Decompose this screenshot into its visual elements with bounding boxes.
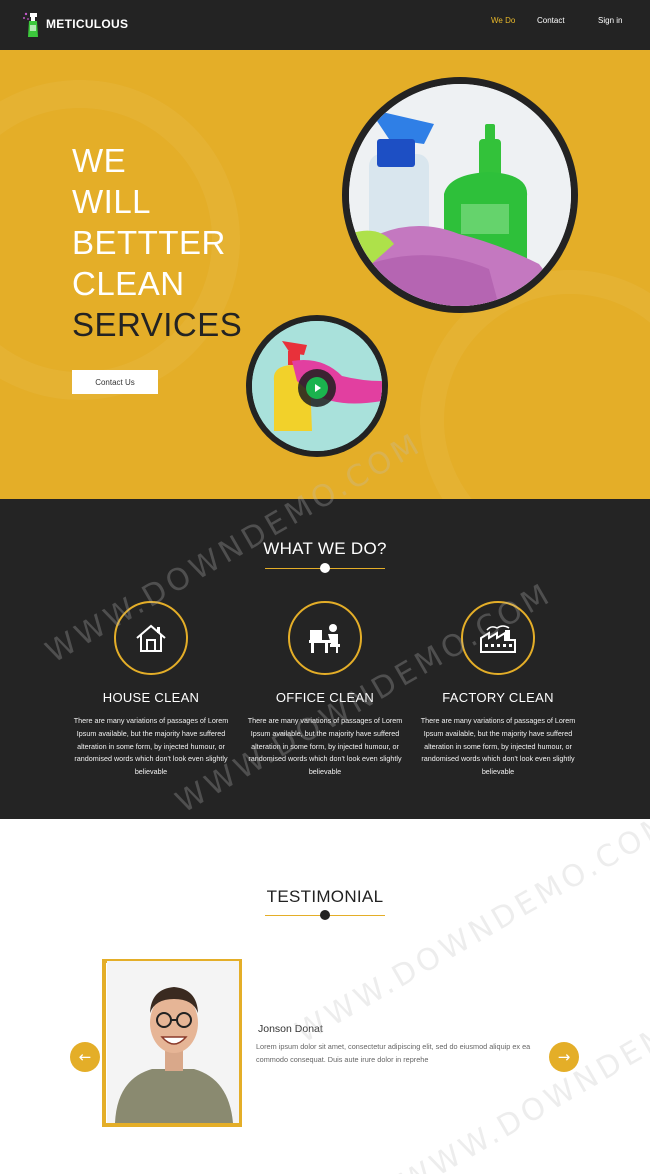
title-divider-dot [320,910,330,920]
hero-cleaning-products-image [342,77,578,313]
services-title: WHAT WE DO? [263,539,387,558]
video-play-button[interactable] [298,369,336,407]
testimonial-section: TESTIMONIAL ← Jonson Donat Lorem ipsum d… [0,819,650,1174]
title-divider-dot [320,563,330,573]
service-name: OFFICE CLEAN [275,690,375,705]
nav-contact[interactable]: Contact [537,16,565,25]
service-name: HOUSE CLEAN [102,690,200,705]
arrow-left-icon[interactable]: ← [70,1042,100,1072]
hero-heading-line: WE [72,142,127,179]
service-description: There are many variations of passages of… [420,716,576,777]
play-icon [306,377,328,399]
service-name: FACTORY CLEAN [442,690,554,705]
hero-heading-line: WILL [72,183,152,220]
testimonial-title: TESTIMONIAL [266,887,384,906]
spray-bottle-logo-icon [22,10,42,38]
brand-name: METICULOUS [46,17,129,31]
office-desk-icon [288,601,362,675]
factory-icon [461,601,535,675]
services-section: WHAT WE DO? HOUSE CLEAN There are many v… [0,499,650,819]
house-icon [114,601,188,675]
nav-sign-in[interactable]: Sign in [598,16,622,25]
service-description: There are many variations of passages of… [247,716,403,777]
site-header: METICULOUS We Do Contact Sign in [0,0,650,50]
contact-us-button[interactable]: Contact Us [72,370,158,394]
testimonial-avatar [107,961,239,1123]
nav-we-do[interactable]: We Do [491,16,515,25]
hero-heading-highlight: SERVICES [72,306,243,343]
hero-section: WE WILL BETTTER CLEAN SERVICES Contact U… [0,50,650,499]
brand-logo[interactable]: METICULOUS [22,10,128,38]
hero-heading-line: CLEAN [72,265,185,302]
testimonial-quote: Lorem ipsum dolor sit amet, consectetur … [256,1042,531,1064]
hero-heading-line: BETTTER [72,224,226,261]
service-description: There are many variations of passages of… [73,716,229,777]
arrow-right-icon[interactable]: → [549,1042,579,1072]
testimonial-author: Jonson Donat [258,1023,323,1035]
